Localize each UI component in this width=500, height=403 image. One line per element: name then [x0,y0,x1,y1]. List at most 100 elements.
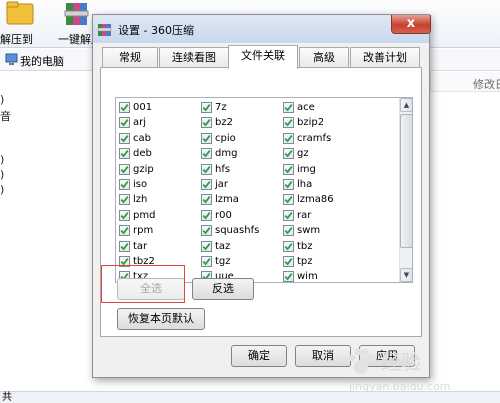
chevron-up-icon: ▲ [403,101,410,109]
checkbox-icon[interactable] [119,225,130,237]
file-type-label: bzip2 [297,117,325,129]
checkbox-icon[interactable] [119,209,130,221]
checkbox-icon[interactable] [201,132,212,144]
file-type-label: bz2 [215,117,233,129]
file-type-label: tpz [297,256,313,267]
file-type-label: lha [297,179,313,190]
highlight-annotation-box [101,265,185,303]
file-type-label: lzh [133,194,148,206]
checkbox-icon[interactable] [201,102,212,113]
checkbox-icon[interactable] [283,209,294,221]
invert-selection-button[interactable]: 反选 [192,278,254,300]
file-type-label: tgz [215,256,231,267]
settings-dialog: 设置 - 360压缩 x 常规 连续看图 文件关联 高级 改善计划 xzxpix… [92,14,431,378]
left-panel-text: 音 [0,110,11,123]
archive-books-icon [64,3,89,25]
file-type-label: taz [215,240,231,252]
left-panel-text: ) [0,93,5,106]
file-type-label: tbz [297,240,313,252]
file-type-label: pmd [133,209,156,221]
checkbox-icon[interactable] [201,225,212,237]
file-type-label: rar [297,209,312,221]
file-type-label: gzip [133,163,154,175]
computer-icon [5,53,18,65]
tab-file-association[interactable]: 文件关联 [228,45,298,69]
checkbox-icon[interactable] [201,256,212,267]
file-type-label: cramfs [297,132,332,144]
close-icon: x [406,16,416,31]
file-type-label: swm [297,225,321,237]
checkbox-icon[interactable] [201,163,212,175]
checkbox-icon[interactable] [119,240,130,252]
close-button[interactable]: x [391,15,431,34]
checkbox-icon[interactable] [283,256,294,267]
paw-logo-icon [348,348,375,374]
checkbox-icon[interactable] [201,194,212,206]
file-type-label: iso [133,179,148,190]
checkbox-icon[interactable] [283,240,294,252]
checkbox-icon[interactable] [283,102,294,113]
dialog-title-bar[interactable]: 设置 - 360压缩 [93,15,429,43]
checkbox-icon[interactable] [201,148,212,160]
checkbox-icon[interactable] [201,117,212,129]
extract-to-button[interactable]: 解压到 [0,0,40,48]
checkbox-icon[interactable] [283,271,294,282]
checkbox-icon[interactable] [201,240,212,252]
ok-button[interactable]: 确定 [231,345,287,367]
restore-defaults-button[interactable]: 恢复本页默认 [117,308,205,330]
left-panel-text: ) [0,168,5,181]
checkbox-icon[interactable] [283,117,294,129]
scroll-up-button[interactable]: ▲ [400,98,412,112]
scroll-down-button[interactable]: ▼ [400,268,412,282]
settings-tabs: 常规 连续看图 文件关联 高级 改善计划 [100,45,422,69]
watermark-title: 经验 [381,350,421,374]
folder-extract-icon [6,1,34,25]
tab-continuous-view[interactable]: 连续看图 [159,47,229,68]
file-type-label: squashfs [215,225,260,237]
checkbox-icon[interactable] [283,225,294,237]
checkbox-icon[interactable] [201,179,212,190]
file-type-label: ace [297,102,315,113]
file-type-label: 001 [133,102,153,113]
left-panel-text: ) [0,153,5,166]
dialog-title: 设置 - 360压缩 [118,24,194,37]
checkbox-icon[interactable] [119,179,130,190]
checkbox-icon[interactable] [119,102,130,113]
left-panel-text: ) [0,183,5,196]
file-type-label: cab [133,132,151,144]
file-type-label: r00 [215,209,232,221]
file-type-label: wim [297,271,318,283]
file-type-label: lzma [215,194,239,206]
checkbox-icon[interactable] [119,163,130,175]
checkbox-icon[interactable] [119,194,130,206]
file-type-label: img [297,163,316,175]
file-type-label: dmg [215,148,238,160]
checkbox-icon[interactable] [119,117,130,129]
checkbox-icon[interactable] [119,148,130,160]
file-type-label: lzma86 [297,194,334,206]
list-scrollbar[interactable]: ▲ ▼ [399,98,412,282]
checkbox-icon[interactable] [283,148,294,160]
address-text: 我的电脑 [20,55,64,68]
file-type-label: tar [133,240,148,252]
file-type-label: deb [133,148,152,160]
watermark: 经验 jingyan.baidu.com [343,342,500,402]
file-type-label: hfs [215,163,231,175]
checkbox-icon[interactable] [201,209,212,221]
file-type-label: 7z [215,102,227,113]
checkbox-icon[interactable] [283,179,294,190]
file-type-label: rpm [133,225,154,237]
watermark-url: jingyan.baidu.com [349,380,451,393]
checkbox-icon[interactable] [283,163,294,175]
app-icon [97,24,112,36]
tab-general[interactable]: 常规 [102,47,158,68]
modified-column-header[interactable]: 修改日 [430,72,500,92]
file-type-list: xzxpixarwimuuetxztpztgztbz2tbztaztarswms… [115,97,413,283]
file-type-label: gz [297,148,309,160]
scroll-thumb[interactable] [400,114,412,248]
checkbox-icon[interactable] [283,132,294,144]
tab-improvement-plan[interactable]: 改善计划 [350,47,420,68]
checkbox-icon[interactable] [283,194,294,206]
tab-advanced[interactable]: 高级 [299,47,349,68]
checkbox-icon[interactable] [119,132,130,144]
